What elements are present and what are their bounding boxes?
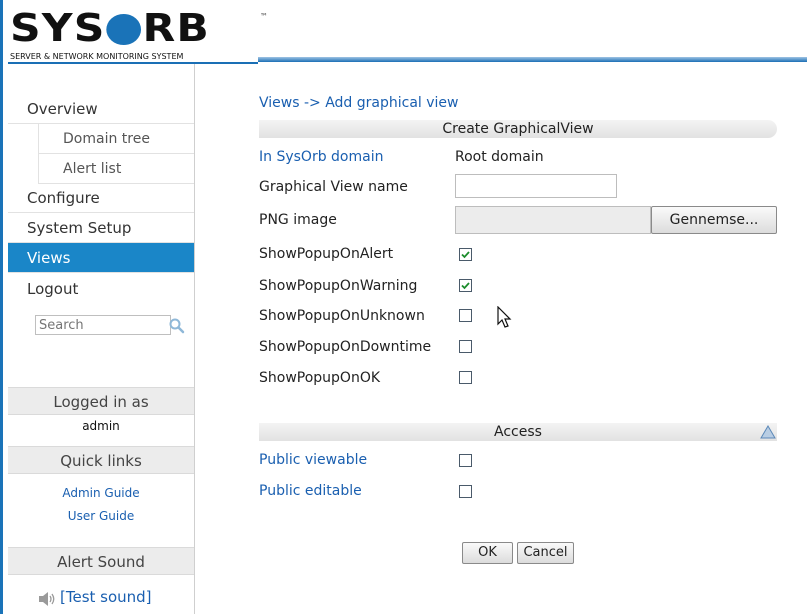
mouse-pointer-icon	[497, 306, 512, 328]
alert-sound-header: Alert Sound	[8, 547, 194, 575]
collapse-triangle-icon[interactable]	[760, 425, 776, 439]
graphical-view-name-input[interactable]	[455, 174, 617, 198]
public-viewable-checkbox[interactable]	[459, 454, 472, 467]
search-icon[interactable]	[168, 317, 186, 335]
option-label: ShowPopupOnWarning	[259, 278, 418, 294]
browse-button[interactable]: Gennemse...	[651, 206, 777, 234]
check-icon	[461, 251, 470, 259]
sidebar-item-views[interactable]: Views	[8, 243, 194, 273]
logo-o-circle	[106, 13, 142, 45]
create-graphical-view-header: Create GraphicalView	[259, 120, 777, 138]
sidebar-item-alert-list[interactable]: Alert list	[38, 154, 194, 184]
access-header[interactable]: Access	[259, 423, 777, 441]
sidebar-item-overview[interactable]: Overview	[8, 94, 194, 124]
logged-in-header: Logged in as	[8, 387, 194, 415]
show-popup-on-downtime-checkbox[interactable]	[459, 340, 472, 353]
user-guide-link[interactable]: User Guide	[8, 509, 194, 523]
sidebar-item-domain-tree[interactable]: Domain tree	[38, 124, 194, 154]
domain-label[interactable]: In SysOrb domain	[259, 149, 383, 165]
public-editable-label[interactable]: Public editable	[259, 483, 362, 499]
png-image-path-field[interactable]	[455, 206, 651, 234]
sysorb-logo: SYS RB ™	[10, 6, 268, 50]
quick-links-header: Quick links	[8, 446, 194, 474]
left-edge-bar	[0, 0, 3, 614]
public-viewable-label[interactable]: Public viewable	[259, 452, 367, 468]
png-image-label: PNG image	[259, 212, 337, 228]
option-label: ShowPopupOnUnknown	[259, 308, 425, 324]
logged-in-user: admin	[82, 419, 120, 433]
sidebar: Overview Domain tree Alert list Configur…	[8, 64, 195, 614]
sidebar-item-logout[interactable]: Logout	[8, 274, 194, 304]
option-label: ShowPopupOnDowntime	[259, 339, 432, 355]
public-editable-checkbox[interactable]	[459, 485, 472, 498]
access-title: Access	[494, 424, 542, 440]
show-popup-on-unknown-checkbox[interactable]	[459, 309, 472, 322]
search-input[interactable]	[35, 315, 171, 335]
logo-trademark: ™	[260, 12, 268, 21]
header-divider	[258, 57, 807, 62]
speaker-icon	[39, 592, 55, 606]
show-popup-on-warning-checkbox[interactable]	[459, 279, 472, 292]
admin-guide-link[interactable]: Admin Guide	[8, 486, 194, 500]
graphical-view-name-label: Graphical View name	[259, 179, 408, 195]
sidebar-item-configure[interactable]: Configure	[8, 183, 194, 213]
logo-tagline: SERVER & NETWORK MONITORING SYSTEM	[10, 52, 184, 61]
test-sound-link[interactable]: [Test sound]	[60, 588, 152, 606]
cancel-button[interactable]: Cancel	[517, 542, 574, 564]
breadcrumb[interactable]: Views -> Add graphical view	[259, 95, 458, 111]
option-label: ShowPopupOnOK	[259, 370, 381, 386]
check-icon	[461, 282, 470, 290]
sidebar-item-system-setup[interactable]: System Setup	[8, 213, 194, 243]
show-popup-on-alert-checkbox[interactable]	[459, 248, 472, 261]
ok-button[interactable]: OK	[462, 542, 513, 564]
show-popup-on-ok-checkbox[interactable]	[459, 371, 472, 384]
domain-value: Root domain	[455, 149, 544, 165]
option-label: ShowPopupOnAlert	[259, 246, 394, 262]
